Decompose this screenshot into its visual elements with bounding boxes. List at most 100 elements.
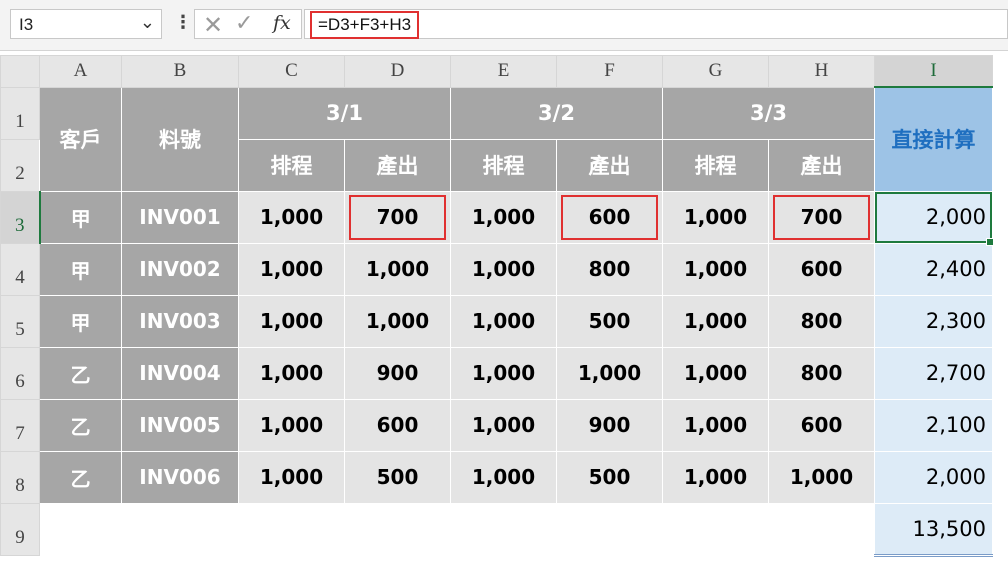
cell-part[interactable]: INV003 bbox=[121, 294, 239, 348]
cell-part[interactable]: INV004 bbox=[121, 346, 239, 400]
empty-cell[interactable] bbox=[121, 502, 239, 556]
cell-value[interactable]: 1,000 bbox=[238, 398, 345, 452]
cell-value-highlighted[interactable]: 600 bbox=[556, 190, 663, 244]
header-schedule[interactable]: 排程 bbox=[238, 138, 345, 192]
column-header-i[interactable]: I bbox=[874, 55, 993, 88]
header-date-3[interactable]: 3/3 bbox=[662, 86, 875, 140]
cell-total[interactable]: 2,300 bbox=[874, 294, 993, 348]
cell-value[interactable]: 1,000 bbox=[662, 294, 769, 348]
cell-customer[interactable]: 甲 bbox=[39, 294, 122, 348]
cell-value[interactable]: 800 bbox=[768, 346, 875, 400]
header-schedule[interactable]: 排程 bbox=[662, 138, 769, 192]
cell-value[interactable]: 1,000 bbox=[662, 398, 769, 452]
cell-value[interactable]: 1,000 bbox=[450, 450, 557, 504]
cell-value[interactable]: 800 bbox=[556, 242, 663, 296]
cell-total[interactable]: 2,000 bbox=[874, 450, 993, 504]
cell-value[interactable]: 1,000 bbox=[662, 346, 769, 400]
empty-cell[interactable] bbox=[238, 502, 345, 556]
row-header[interactable]: 4 bbox=[0, 242, 40, 296]
cell-value[interactable]: 1,000 bbox=[662, 450, 769, 504]
header-customer[interactable]: 客戶 bbox=[39, 86, 122, 192]
cell-total[interactable]: 2,700 bbox=[874, 346, 993, 400]
cell-total[interactable]: 2,100 bbox=[874, 398, 993, 452]
cell-value[interactable]: 1,000 bbox=[450, 190, 557, 244]
cell-value[interactable]: 500 bbox=[556, 450, 663, 504]
cell-customer[interactable]: 甲 bbox=[39, 190, 122, 244]
cell-value[interactable]: 1,000 bbox=[450, 294, 557, 348]
fill-handle[interactable] bbox=[986, 238, 994, 246]
header-part-no[interactable]: 料號 bbox=[121, 86, 239, 192]
cell-value[interactable]: 1,000 bbox=[238, 242, 345, 296]
cell-grand-total[interactable]: 13,500 bbox=[874, 502, 993, 557]
header-output[interactable]: 產出 bbox=[556, 138, 663, 192]
cell-part[interactable]: INV005 bbox=[121, 398, 239, 452]
header-output[interactable]: 產出 bbox=[768, 138, 875, 192]
row-header[interactable]: 9 bbox=[0, 502, 40, 556]
cell-part[interactable]: INV002 bbox=[121, 242, 239, 296]
column-header-h[interactable]: H bbox=[768, 55, 875, 88]
cell-value[interactable]: 900 bbox=[344, 346, 451, 400]
cell-value[interactable]: 1,000 bbox=[662, 190, 769, 244]
cell-value[interactable]: 1,000 bbox=[450, 242, 557, 296]
cell-part[interactable]: INV006 bbox=[121, 450, 239, 504]
cell-value[interactable]: 1,000 bbox=[238, 346, 345, 400]
cell-value[interactable]: 900 bbox=[556, 398, 663, 452]
row-header[interactable]: 3 bbox=[0, 190, 41, 244]
cell-value-highlighted[interactable]: 700 bbox=[344, 190, 451, 244]
column-header-f[interactable]: F bbox=[556, 55, 663, 88]
column-header-b[interactable]: B bbox=[121, 55, 239, 88]
empty-cell[interactable] bbox=[39, 502, 122, 556]
cell-value[interactable]: 1,000 bbox=[238, 294, 345, 348]
more-options-icon[interactable]: ⋮ bbox=[174, 12, 192, 33]
cell-value[interactable]: 1,000 bbox=[450, 398, 557, 452]
empty-cell[interactable] bbox=[344, 502, 451, 556]
cell-total-active[interactable]: 2,000 bbox=[874, 190, 993, 244]
chevron-down-icon[interactable]: ⌄ bbox=[140, 12, 155, 33]
header-date-1[interactable]: 3/1 bbox=[238, 86, 451, 140]
empty-cell[interactable] bbox=[556, 502, 663, 556]
cell-total[interactable]: 2,400 bbox=[874, 242, 993, 296]
cell-customer[interactable]: 甲 bbox=[39, 242, 122, 296]
cancel-icon[interactable]: ✕ bbox=[203, 11, 223, 39]
cell-value[interactable]: 800 bbox=[768, 294, 875, 348]
cell-value[interactable]: 500 bbox=[344, 450, 451, 504]
row-header[interactable]: 5 bbox=[0, 294, 40, 348]
header-total[interactable]: 直接計算 bbox=[874, 86, 993, 192]
header-output[interactable]: 產出 bbox=[344, 138, 451, 192]
cell-value[interactable]: 1,000 bbox=[662, 242, 769, 296]
cell-customer[interactable]: 乙 bbox=[39, 346, 122, 400]
row-header[interactable]: 2 bbox=[0, 138, 40, 192]
cell-value[interactable]: 1,000 bbox=[238, 450, 345, 504]
row-header[interactable]: 8 bbox=[0, 450, 40, 504]
column-header-c[interactable]: C bbox=[238, 55, 345, 88]
cell-value[interactable]: 1,000 bbox=[344, 242, 451, 296]
cell-value[interactable]: 600 bbox=[768, 398, 875, 452]
cell-value[interactable]: 1,000 bbox=[238, 190, 345, 244]
cell-value[interactable]: 1,000 bbox=[450, 346, 557, 400]
header-date-2[interactable]: 3/2 bbox=[450, 86, 663, 140]
name-box[interactable]: I3 ⌄ bbox=[10, 9, 162, 39]
row-header[interactable]: 6 bbox=[0, 346, 40, 400]
confirm-icon[interactable]: ✓ bbox=[235, 11, 253, 36]
cell-part[interactable]: INV001 bbox=[121, 190, 239, 244]
column-header-d[interactable]: D bbox=[344, 55, 451, 88]
cell-customer[interactable]: 乙 bbox=[39, 398, 122, 452]
formula-text[interactable]: =D3+F3+H3 bbox=[310, 11, 420, 39]
empty-cell[interactable] bbox=[662, 502, 769, 556]
cell-customer[interactable]: 乙 bbox=[39, 450, 122, 504]
row-header[interactable]: 1 bbox=[0, 86, 40, 140]
insert-function-icon[interactable]: fx bbox=[273, 12, 291, 34]
cell-value[interactable]: 600 bbox=[768, 242, 875, 296]
empty-cell[interactable] bbox=[450, 502, 557, 556]
row-header[interactable]: 7 bbox=[0, 398, 40, 452]
cell-value[interactable]: 600 bbox=[344, 398, 451, 452]
cell-value[interactable]: 1,000 bbox=[556, 346, 663, 400]
empty-cell[interactable] bbox=[768, 502, 875, 556]
cell-value[interactable]: 1,000 bbox=[768, 450, 875, 504]
column-header-a[interactable]: A bbox=[39, 55, 122, 88]
header-schedule[interactable]: 排程 bbox=[450, 138, 557, 192]
cell-value-highlighted[interactable]: 700 bbox=[768, 190, 875, 244]
column-header-g[interactable]: G bbox=[662, 55, 769, 88]
select-all-corner[interactable] bbox=[0, 55, 40, 88]
cell-value[interactable]: 1,000 bbox=[344, 294, 451, 348]
